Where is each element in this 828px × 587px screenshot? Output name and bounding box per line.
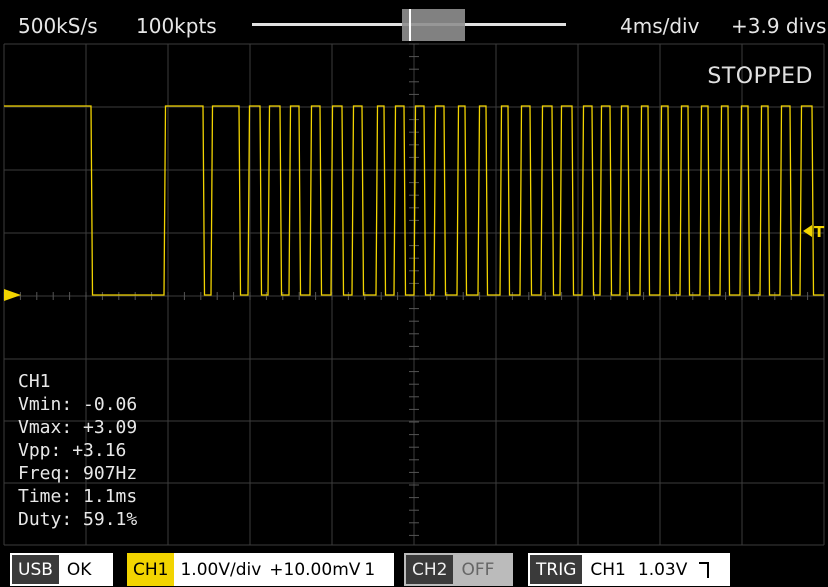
trig-level: 1.03V bbox=[637, 559, 688, 580]
measurement-freq: Freq: 907Hz bbox=[18, 463, 138, 484]
measurement-channel: CH1 bbox=[18, 371, 51, 392]
ch1-settings-button[interactable]: CH1 1.00V/div +10.00mV 1 bbox=[127, 553, 394, 586]
ch2-tag: CH2 bbox=[404, 553, 456, 586]
usb-tag: USB bbox=[10, 553, 61, 586]
ch2-value: OFF bbox=[461, 559, 495, 580]
ch1-scale: 1.00V/div bbox=[180, 559, 262, 580]
ch1-offset: +10.00mV bbox=[269, 559, 361, 580]
rising-edge-icon bbox=[699, 561, 710, 578]
timeline-window-handle[interactable] bbox=[402, 9, 465, 41]
top-status-bar: 500kS/s 100kpts 4ms/div +3.9 divs bbox=[0, 0, 828, 52]
ch1-ground-marker-icon[interactable] bbox=[4, 289, 21, 301]
horizontal-offset[interactable]: +3.9 divs bbox=[731, 14, 826, 38]
measurement-vmin: Vmin: -0.06 bbox=[18, 394, 138, 415]
measurement-time: Time: 1.1ms bbox=[18, 486, 138, 507]
usb-value: OK bbox=[66, 559, 92, 580]
measurement-vpp: Vpp: +3.16 bbox=[18, 440, 127, 461]
ch1-coupling: 1 bbox=[364, 559, 376, 580]
acquisition-status[interactable]: STOPPED bbox=[707, 64, 813, 89]
measurement-vmax: Vmax: +3.09 bbox=[18, 417, 138, 438]
trigger-level-marker-icon[interactable] bbox=[803, 225, 812, 237]
measurement-duty: Duty: 59.1% bbox=[18, 509, 138, 530]
ch1-tag: CH1 bbox=[127, 553, 175, 586]
trigger-level-label: T bbox=[814, 223, 825, 241]
memory-depth[interactable]: 100kpts bbox=[136, 14, 217, 38]
time-per-div[interactable]: 4ms/div bbox=[620, 14, 699, 38]
ch2-settings-button[interactable]: CH2 OFF bbox=[404, 553, 513, 586]
trigger-position-marker bbox=[409, 9, 411, 41]
trig-source: CH1 bbox=[590, 559, 626, 580]
usb-status-button[interactable]: USB OK bbox=[10, 553, 113, 586]
measurement-panel: CH1 Vmin: -0.06 Vmax: +3.09 Vpp: +3.16 F… bbox=[18, 370, 137, 531]
sample-rate[interactable]: 500kS/s bbox=[18, 14, 98, 38]
trigger-settings-button[interactable]: TRIG CH1 1.03V bbox=[528, 553, 730, 586]
bottom-status-bar: USB OK CH1 1.00V/div +10.00mV 1 CH2 OFF … bbox=[0, 553, 828, 587]
trig-tag: TRIG bbox=[528, 553, 585, 586]
